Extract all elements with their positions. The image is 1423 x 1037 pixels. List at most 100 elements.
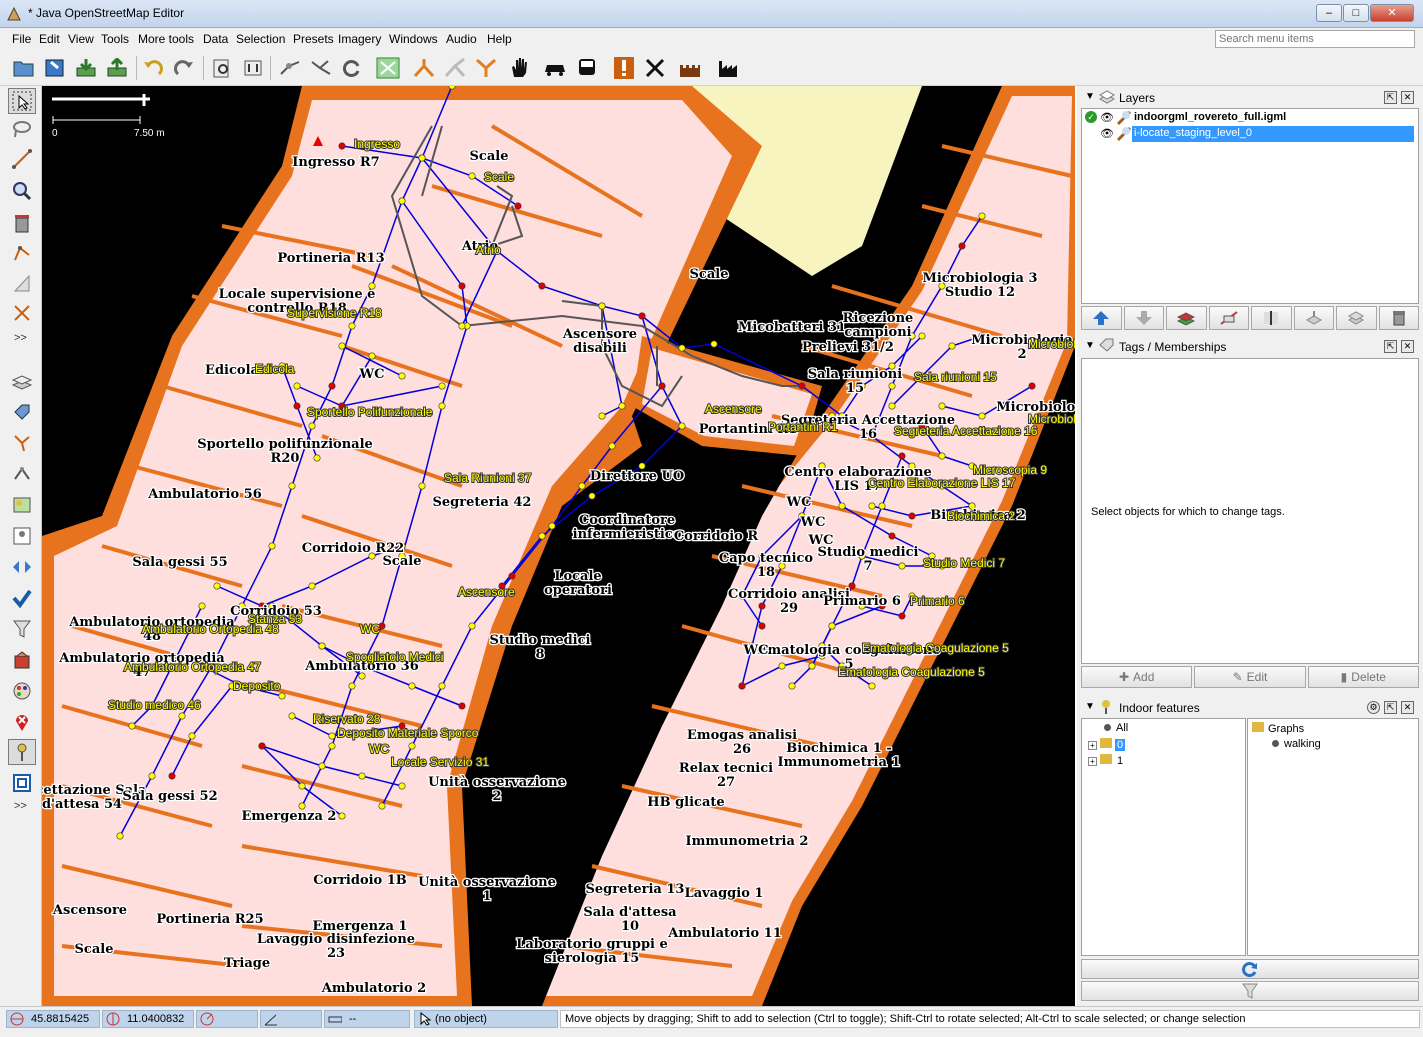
upload-button[interactable] <box>103 54 131 82</box>
map-view[interactable]: Ingresso R7 Scale Portineria R13 Locale sup… <box>42 86 1075 1006</box>
graph-node[interactable] <box>398 782 406 790</box>
graph-node[interactable] <box>598 302 606 310</box>
duplicate-layer-button[interactable] <box>1336 306 1377 330</box>
toggle-dialog-layers[interactable] <box>8 368 36 394</box>
graph-node[interactable] <box>288 482 296 490</box>
detach-panel-button[interactable]: ⇱ <box>1384 701 1397 714</box>
menu-audio[interactable]: Audio <box>446 32 477 46</box>
indoor-graph-tree[interactable]: Graphs walking <box>1247 718 1419 956</box>
graph-node[interactable] <box>514 202 522 210</box>
toggle-dialog-users[interactable] <box>8 523 36 549</box>
toggle-dialog-tags[interactable] <box>8 399 36 425</box>
preset-path-button[interactable] <box>441 54 469 82</box>
refresh-button[interactable] <box>1081 959 1419 979</box>
settings-button[interactable] <box>239 54 267 82</box>
graph-node[interactable] <box>318 642 326 650</box>
graph-node[interactable] <box>148 772 156 780</box>
layer-opacity-button[interactable] <box>1251 306 1292 330</box>
redo-button[interactable] <box>170 54 198 82</box>
graph-node[interactable] <box>168 772 176 780</box>
graph-node[interactable] <box>578 482 586 490</box>
graph-node[interactable] <box>318 762 326 770</box>
close-panel-button[interactable]: ✕ <box>1401 340 1414 353</box>
tree-item-graphs[interactable]: Graphs <box>1252 722 1304 735</box>
graph-node[interactable] <box>938 452 946 460</box>
graph-node[interactable] <box>293 402 301 410</box>
close-panel-button[interactable]: ✕ <box>1401 91 1414 104</box>
preset-bus-button[interactable] <box>573 54 601 82</box>
tag-table[interactable]: Select objects for which to change tags. <box>1081 358 1419 664</box>
graph-node[interactable] <box>468 172 476 180</box>
toggle-dialog-indoor[interactable] <box>8 739 36 765</box>
graph-node[interactable] <box>508 572 516 580</box>
graph-node[interactable] <box>308 582 316 590</box>
menu-edit[interactable]: Edit <box>39 32 60 46</box>
detach-panel-button[interactable]: ⇱ <box>1384 340 1397 353</box>
graph-node[interactable] <box>948 342 956 350</box>
graph-node[interactable] <box>798 382 806 390</box>
graph-node[interactable] <box>758 622 766 630</box>
graph-node[interactable] <box>918 332 926 340</box>
activate-layer-button[interactable] <box>1166 306 1207 330</box>
indoor-level-tree[interactable]: All +0 +1 <box>1081 718 1246 956</box>
graph-node[interactable] <box>338 812 346 820</box>
layer-row[interactable]: ✓ 👁 indoorgml_rovereto_full.igml <box>1082 110 1418 126</box>
more-tools-chevron[interactable]: >> <box>14 332 27 344</box>
preset-car-button[interactable] <box>541 54 569 82</box>
settings-button[interactable]: ⚙ <box>1367 701 1380 714</box>
toggle-dialog-history[interactable] <box>8 647 36 673</box>
close-button[interactable]: ✕ <box>1370 4 1414 22</box>
menu-imagery[interactable]: Imagery <box>338 32 381 46</box>
graph-node[interactable] <box>293 382 301 390</box>
menu-selection[interactable]: Selection <box>236 32 285 46</box>
open-file-button[interactable] <box>10 54 38 82</box>
graph-node[interactable] <box>898 452 906 460</box>
graph-node[interactable] <box>378 802 386 810</box>
combine-way-button[interactable] <box>307 54 335 82</box>
preset-industrial-button[interactable] <box>715 54 743 82</box>
tree-item-level-0[interactable]: +0 <box>1088 738 1126 751</box>
graph-node[interactable] <box>788 682 796 690</box>
graph-node[interactable] <box>268 542 276 550</box>
graph-node[interactable] <box>313 454 321 462</box>
graph-node[interactable] <box>588 492 596 500</box>
more-dialogs-chevron[interactable]: >> <box>14 800 27 812</box>
graph-node[interactable] <box>638 312 646 320</box>
graph-node[interactable] <box>338 142 346 150</box>
menu-view[interactable]: View <box>68 32 94 46</box>
graph-node[interactable] <box>678 344 686 352</box>
move-layer-up-button[interactable] <box>1081 306 1122 330</box>
graph-node[interactable] <box>908 512 916 520</box>
graph-node[interactable] <box>418 482 426 490</box>
extrude-mode-button[interactable] <box>8 300 36 326</box>
indoor-map-canvas[interactable]: Ingresso R7 ScalePortineria R13Locale sup… <box>42 86 1075 1006</box>
preset-highway-button[interactable] <box>410 54 438 82</box>
graph-node[interactable] <box>618 402 626 410</box>
graph-node[interactable] <box>828 622 836 630</box>
graph-node[interactable] <box>116 832 124 840</box>
menu-more-tools[interactable]: More tools <box>138 32 194 46</box>
toggle-dialog-mappaint[interactable] <box>8 678 36 704</box>
graph-node[interactable] <box>888 532 896 540</box>
menu-data[interactable]: Data <box>203 32 228 46</box>
toggle-dialog-notes[interactable] <box>8 709 36 735</box>
graph-node[interactable] <box>738 682 746 690</box>
toggle-dialog-filter[interactable] <box>8 616 36 642</box>
graph-node[interactable] <box>438 682 446 690</box>
graph-node[interactable] <box>348 322 356 330</box>
merge-layer-button[interactable] <box>1293 306 1334 330</box>
graph-node[interactable] <box>458 702 466 710</box>
menu-windows[interactable]: Windows <box>389 32 438 46</box>
graph-node[interactable] <box>538 532 546 540</box>
toggle-dialog-imagery[interactable] <box>8 492 36 518</box>
preset-castle-button[interactable] <box>676 54 704 82</box>
graph-node[interactable] <box>548 522 556 530</box>
graph-node[interactable] <box>458 282 466 290</box>
edit-tag-button[interactable]: ✎ Edit <box>1194 666 1306 688</box>
graph-node[interactable] <box>658 382 666 390</box>
graph-node[interactable] <box>418 154 426 162</box>
toggle-dialog-relations[interactable] <box>8 461 36 487</box>
expand-icon[interactable]: + <box>1088 741 1097 750</box>
graph-node[interactable] <box>438 402 446 410</box>
graph-node[interactable] <box>978 412 986 420</box>
